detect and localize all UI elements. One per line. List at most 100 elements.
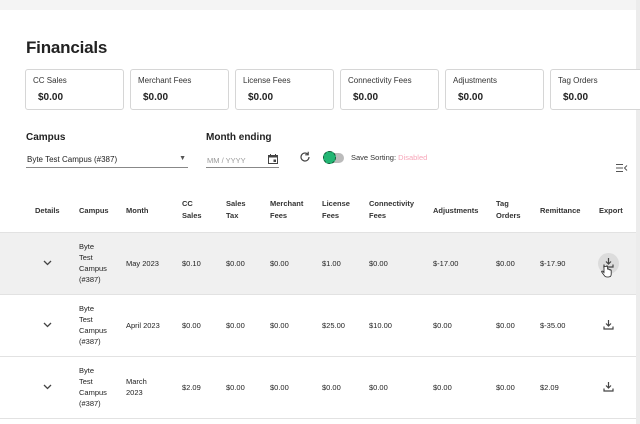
- cell-campus: Byte Test Campus (#387): [79, 241, 107, 285]
- scrollbar-track[interactable]: [636, 0, 640, 424]
- header-text: Fees: [270, 211, 288, 220]
- card-license-fees: License Fees $0.00: [235, 69, 334, 110]
- month-line: March: [126, 377, 147, 386]
- cell-cc-sales: $0.10: [182, 259, 201, 268]
- cell-month: April 2023: [126, 321, 160, 330]
- column-menu-icon[interactable]: [616, 163, 628, 173]
- chevron-down-icon[interactable]: [43, 384, 52, 390]
- header-merchant-fees[interactable]: Merchant Fees: [270, 198, 303, 222]
- table-row[interactable]: Byte Test Campus (#387) March 2023 $2.09…: [0, 357, 636, 419]
- campus-line: Campus: [79, 264, 107, 273]
- top-bar: [0, 0, 640, 10]
- campus-line: Campus: [79, 388, 107, 397]
- header-text: Orders: [496, 211, 521, 220]
- toggle-knob: [323, 151, 336, 164]
- header-cc-sales[interactable]: CC Sales: [182, 198, 202, 222]
- header-text: Connectivity: [369, 199, 415, 208]
- header-export: Export: [599, 206, 623, 215]
- cell-tag-orders: $0.00: [496, 321, 515, 330]
- campus-label: Campus: [26, 132, 66, 143]
- campus-select[interactable]: Byte Test Campus (#387) ▼: [26, 151, 188, 168]
- campus-line: (#387): [79, 337, 101, 346]
- save-sorting-status: Disabled: [398, 153, 428, 162]
- campus-line: Byte: [79, 242, 95, 251]
- cell-license-fees: $1.00: [322, 259, 341, 268]
- header-connectivity-fees[interactable]: Connectivity Fees: [369, 198, 414, 222]
- campus-line: Test: [79, 253, 93, 262]
- cell-cc-sales: $2.09: [182, 383, 201, 392]
- campus-line: Byte: [79, 304, 95, 313]
- header-license-fees[interactable]: License Fees: [322, 198, 350, 222]
- campus-line: Campus: [79, 326, 107, 335]
- month-ending-input[interactable]: MM / YYYY: [206, 151, 279, 168]
- cell-adjustments: $0.00: [433, 321, 452, 330]
- card-value: $0.00: [248, 92, 274, 103]
- cell-connectivity-fees: $0.00: [369, 259, 388, 268]
- card-value: $0.00: [38, 92, 64, 103]
- month-ending-placeholder: MM / YYYY: [207, 156, 246, 165]
- campus-line: Byte: [79, 366, 95, 375]
- table-row[interactable]: Byte Test Campus (#387) April 2023 $0.00…: [0, 295, 636, 357]
- cell-merchant-fees: $0.00: [270, 321, 289, 330]
- download-icon[interactable]: [603, 319, 614, 330]
- cell-tag-orders: $0.00: [496, 259, 515, 268]
- cell-connectivity-fees: $0.00: [369, 383, 388, 392]
- cell-license-fees: $0.00: [322, 383, 341, 392]
- card-value: $0.00: [458, 92, 484, 103]
- card-value: $0.00: [563, 92, 589, 103]
- campus-line: Test: [79, 315, 93, 324]
- caret-down-icon: ▼: [179, 155, 186, 162]
- card-label: License Fees: [243, 76, 291, 85]
- campus-line: Test: [79, 377, 93, 386]
- card-label: Merchant Fees: [138, 76, 192, 85]
- header-text: Fees: [322, 211, 340, 220]
- save-sorting-toggle[interactable]: [323, 151, 344, 164]
- card-label: Connectivity Fees: [348, 76, 412, 85]
- campus-line: (#387): [79, 399, 101, 408]
- header-details[interactable]: Details: [35, 205, 60, 217]
- header-tag-orders[interactable]: Tag Orders: [496, 198, 521, 222]
- month-ending-label: Month ending: [206, 132, 272, 143]
- cell-remittance: $-17.90: [540, 259, 566, 268]
- header-month[interactable]: Month: [126, 205, 149, 217]
- cell-adjustments: $0.00: [433, 383, 452, 392]
- chevron-down-icon[interactable]: [43, 322, 52, 328]
- cell-connectivity-fees: $10.00: [369, 321, 392, 330]
- card-value: $0.00: [143, 92, 169, 103]
- chevron-down-icon[interactable]: [43, 260, 52, 266]
- header-text: Sales: [226, 199, 246, 208]
- card-merchant-fees: Merchant Fees $0.00: [130, 69, 229, 110]
- cell-merchant-fees: $0.00: [270, 383, 289, 392]
- cell-sales-tax: $0.00: [226, 321, 245, 330]
- header-text: CC: [182, 199, 193, 208]
- cell-campus: Byte Test Campus (#387): [79, 303, 107, 347]
- campus-line: (#387): [79, 275, 101, 284]
- cell-month: March 2023: [126, 376, 147, 398]
- card-adjustments: Adjustments $0.00: [445, 69, 544, 110]
- header-campus[interactable]: Campus: [79, 205, 109, 217]
- cell-sales-tax: $0.00: [226, 259, 245, 268]
- download-icon[interactable]: [603, 381, 614, 392]
- save-sorting-label: Save Sorting: Disabled: [351, 153, 427, 162]
- card-cc-sales: CC Sales $0.00: [25, 69, 124, 110]
- header-text: Tax: [226, 211, 239, 220]
- header-text: License: [322, 199, 350, 208]
- calendar-icon[interactable]: [268, 154, 278, 164]
- cell-remittance: $-35.00: [540, 321, 566, 330]
- refresh-icon[interactable]: [299, 151, 311, 163]
- cell-adjustments: $-17.00: [433, 259, 459, 268]
- save-sorting-text: Save Sorting:: [351, 153, 397, 162]
- header-adjustments[interactable]: Adjustments: [433, 205, 478, 217]
- cell-remittance: $2.09: [540, 383, 559, 392]
- campus-select-value: Byte Test Campus (#387): [27, 155, 118, 164]
- card-label: Adjustments: [453, 76, 498, 85]
- hand-cursor-icon: [601, 265, 612, 278]
- header-remittance[interactable]: Remittance: [540, 205, 580, 217]
- header-text: Fees: [369, 211, 387, 220]
- card-connectivity-fees: Connectivity Fees $0.00: [340, 69, 439, 110]
- cell-month: May 2023: [126, 259, 159, 268]
- header-text: Merchant: [270, 199, 304, 208]
- table-row[interactable]: Byte Test Campus (#387) May 2023 $0.10 $…: [0, 233, 636, 295]
- card-label: CC Sales: [33, 76, 67, 85]
- header-sales-tax[interactable]: Sales Tax: [226, 198, 246, 222]
